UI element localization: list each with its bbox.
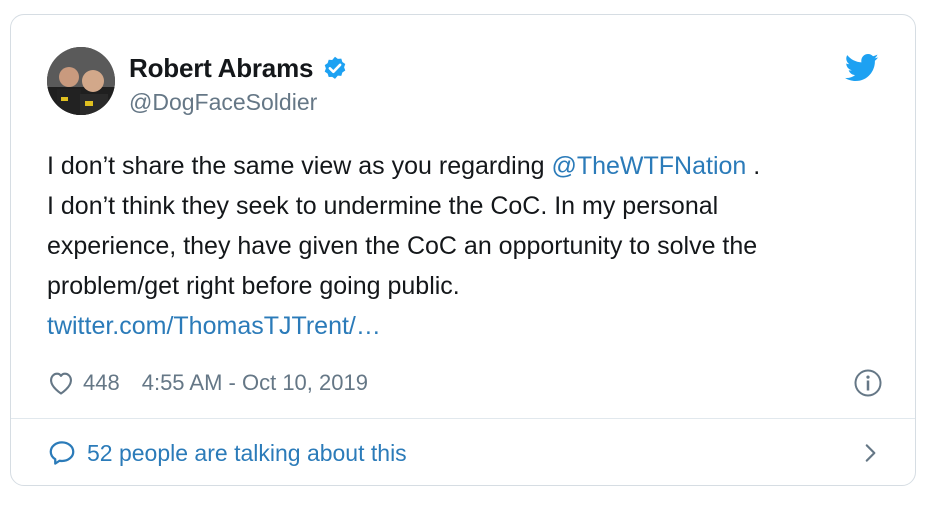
tweet-card: Robert Abrams @DogFaceSoldier I don’t sh…	[10, 14, 916, 486]
avatar-image	[47, 47, 115, 115]
verified-badge-icon	[321, 55, 349, 83]
mention-link[interactable]: @TheWTFNation	[551, 152, 746, 180]
avatar[interactable]	[47, 47, 115, 115]
info-icon[interactable]	[853, 368, 883, 398]
tweet-text: I don’t share the same view as you regar…	[47, 146, 907, 346]
twitter-bird-icon[interactable]	[845, 53, 879, 83]
tweet-url-link[interactable]: twitter.com/ThomasTJTrent/…	[47, 306, 907, 346]
author-name-row[interactable]: Robert Abrams	[129, 53, 349, 84]
author-handle[interactable]: @DogFaceSoldier	[129, 89, 317, 116]
heart-icon[interactable]	[47, 369, 75, 397]
footer-divider	[11, 418, 915, 419]
tweet-line-4: problem/get right before going public.	[47, 272, 460, 300]
like-count[interactable]: 448	[83, 370, 120, 396]
tweet-line-2: I don’t think they seek to undermine the…	[47, 192, 719, 220]
conversation-link[interactable]: 52 people are talking about this	[47, 436, 883, 470]
author-display-name[interactable]: Robert Abrams	[129, 53, 313, 84]
speech-bubble-icon	[49, 441, 75, 465]
chevron-right-icon[interactable]	[857, 440, 883, 466]
talking-count-label[interactable]: 52 people are talking about this	[87, 440, 407, 467]
tweet-line-1-suffix: .	[746, 152, 761, 180]
tweet-line-1-prefix: I don’t share the same view as you regar…	[47, 152, 552, 180]
tweet-line-3: experience, they have given the CoC an o…	[47, 232, 758, 260]
tweet-timestamp[interactable]: 4:55 AM - Oct 10, 2019	[142, 370, 368, 396]
tweet-meta: 448 4:55 AM - Oct 10, 2019	[47, 366, 883, 400]
tweet-line-1: I don’t share the same view as you regar…	[47, 146, 907, 186]
